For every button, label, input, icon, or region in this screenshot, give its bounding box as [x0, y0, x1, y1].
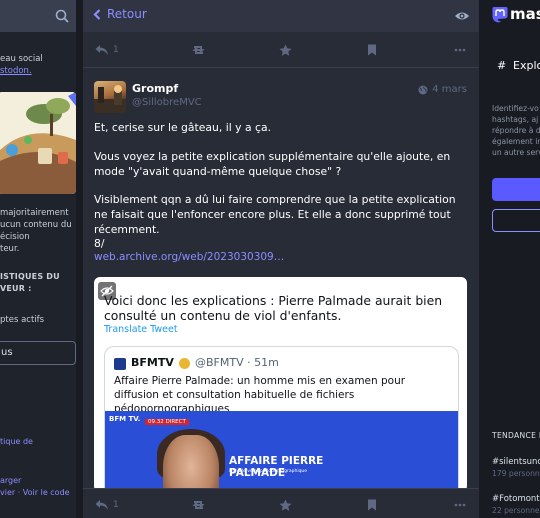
- translate-link: Translate Tweet: [104, 324, 178, 335]
- favourite-button[interactable]: [279, 497, 292, 513]
- more-button[interactable]: [454, 42, 466, 58]
- bookmark-button[interactable]: [367, 497, 377, 513]
- sign-up-description: hashtags, aj: [492, 115, 539, 124]
- trend-tag[interactable]: #silentsunc: [492, 457, 540, 467]
- search-icon: [55, 9, 69, 23]
- favourite-button[interactable]: [279, 42, 292, 58]
- action-bar-top: 1: [83, 32, 479, 68]
- news-image: BFM TV. 09.32 DIRECT AFFAIRE PIERRE PALM…: [105, 411, 458, 492]
- back-label: Retour: [107, 7, 147, 21]
- action-bar-bottom: 1: [83, 488, 479, 518]
- media-attachment[interactable]: Voici donc les explications : Pierre Pal…: [94, 277, 467, 492]
- sign-up-button[interactable]: [492, 178, 540, 201]
- quoted-author-name: BFMTV: [131, 356, 174, 369]
- news-headline: AFFAIRE PIERRE PALMADE: [229, 455, 324, 479]
- bookmark-icon: [368, 44, 376, 56]
- back-button[interactable]: Retour: [93, 7, 147, 21]
- search-input[interactable]: [0, 0, 76, 32]
- archive-link[interactable]: web.archive.org/web/2023030309…: [94, 251, 284, 263]
- reply-button[interactable]: 1: [95, 42, 119, 58]
- star-icon: [279, 44, 292, 56]
- stats-active-accounts: ptes actifs: [0, 315, 45, 325]
- log-in-button[interactable]: [492, 209, 540, 232]
- chevron-left-icon: [93, 8, 101, 20]
- column-header: Retour: [83, 0, 479, 32]
- mastodon-link[interactable]: stodon.: [0, 66, 32, 76]
- sidebar-button[interactable]: us: [0, 341, 76, 365]
- footer-link[interactable]: arger: [0, 476, 21, 486]
- avatar[interactable]: [94, 81, 126, 113]
- tweet-text: Voici donc les explications : Pierre Pal…: [104, 293, 443, 323]
- more-button[interactable]: [454, 497, 466, 513]
- mastodon-logo[interactable]: masto: [492, 5, 540, 23]
- reply-icon: [95, 500, 108, 510]
- quoted-tweet-text: Affaire Pierre Palmade: un homme mis en …: [114, 375, 406, 415]
- post-paragraph: Visiblement qqn a dû lui faire comprendr…: [94, 193, 456, 236]
- sign-up-description: Identifiez-vo: [492, 104, 539, 113]
- bookmark-button[interactable]: [367, 42, 377, 58]
- right-sidebar: masto # Explo Identifiez-vo hashtags, aj…: [484, 0, 540, 518]
- verified-badge-icon: [179, 358, 190, 369]
- post-time[interactable]: 4 mars: [418, 84, 467, 95]
- live-tag: 09.32 DIRECT: [145, 419, 189, 425]
- notice-text: écision: [0, 232, 30, 242]
- hero-illustration: [0, 92, 76, 194]
- reply-icon: [95, 45, 108, 55]
- eye-icon[interactable]: [454, 8, 470, 24]
- ellipsis-icon: [454, 503, 466, 507]
- boost-icon: [192, 46, 205, 54]
- trend-meta: 22 personne: [492, 506, 540, 515]
- star-icon: [279, 499, 292, 511]
- author-name[interactable]: Grompf: [132, 82, 178, 95]
- bfm-tv-logo: BFM TV.: [109, 415, 141, 423]
- mastodon-icon: [492, 6, 508, 22]
- trends-heading: TENDANCE E: [492, 431, 540, 440]
- left-sidebar: eau social stodon. majoritairement ucun …: [0, 0, 76, 518]
- reply-button[interactable]: 1: [95, 497, 119, 513]
- boost-button[interactable]: [191, 497, 206, 513]
- sidebar-button-label: us: [1, 347, 13, 358]
- stats-heading: ISTIQUES DU: [0, 272, 60, 281]
- intro-text-1: eau social: [0, 54, 43, 64]
- post-paragraph: Et, cerise sur le gâteau, il y a ça.: [94, 121, 272, 134]
- footer-link[interactable]: tique de: [0, 437, 33, 447]
- trend-meta: 179 personn: [492, 469, 540, 478]
- trend-tag[interactable]: #Fotomont: [492, 494, 540, 504]
- person-face: [163, 435, 219, 492]
- news-subheadline: Dans le volet pédopornographique: [229, 469, 308, 474]
- notice-text: teur.: [0, 244, 20, 254]
- boost-button[interactable]: [191, 42, 206, 58]
- footer-link[interactable]: vier · Voir le code: [0, 488, 70, 498]
- boost-icon: [192, 501, 205, 509]
- status-column: Retour 1 Grompf @SillobreMVC 4 mars Et, …: [83, 0, 479, 518]
- stats-heading: VEUR :: [0, 284, 32, 293]
- notice-text: majoritairement: [0, 208, 69, 218]
- post-paragraph: 8/: [94, 237, 105, 250]
- hashtag-icon: #: [497, 59, 507, 72]
- bookmark-icon: [368, 499, 376, 511]
- globe-icon: [418, 85, 428, 94]
- bfmtv-logo: [114, 358, 126, 370]
- notice-text: ucun contenu du: [0, 220, 72, 230]
- nav-explore[interactable]: # Explo: [484, 50, 540, 82]
- post-paragraph: Vous voyez la petite explication supplém…: [94, 150, 451, 178]
- nav-explore-label: Explo: [513, 59, 540, 72]
- sign-up-description: un autre serv: [492, 148, 540, 157]
- author-handle[interactable]: @SillobreMVC: [132, 97, 202, 108]
- sign-up-description: répondre à d: [492, 126, 540, 135]
- sign-up-description: également ir: [492, 137, 540, 146]
- quoted-author-handle: @BFMTV · 51m: [195, 356, 279, 369]
- ellipsis-icon: [454, 48, 466, 52]
- quoted-tweet: BFMTV @BFMTV · 51m Affaire Pierre Palmad…: [104, 346, 459, 492]
